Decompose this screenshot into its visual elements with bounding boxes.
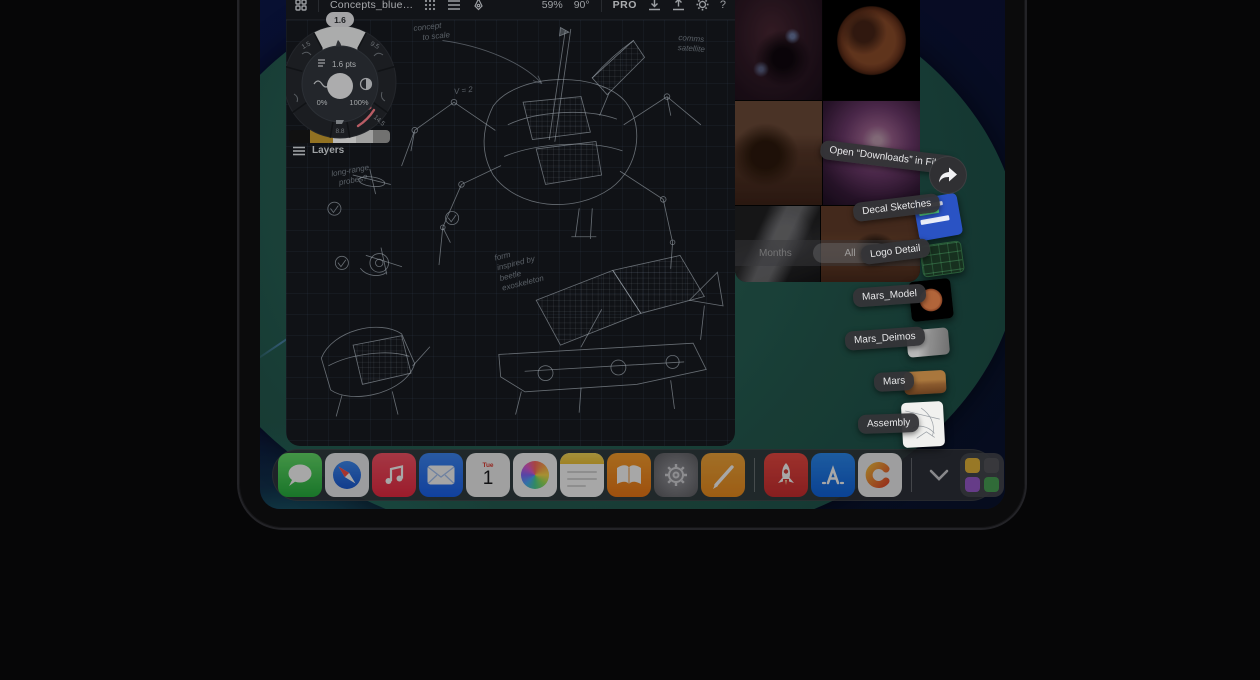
mini-clock-icon	[984, 477, 999, 492]
tool-wheel[interactable]: 1.6 1.6 pts 0% 100% 1.5 9.5 14.5 8.8	[286, 12, 402, 148]
dock-app-mail[interactable]	[419, 453, 463, 497]
canvas-angle[interactable]: 90°	[574, 0, 590, 11]
active-size-badge: 1.6	[334, 15, 346, 25]
dock-app-library[interactable]	[960, 453, 1004, 497]
import-icon[interactable]	[648, 0, 661, 11]
dock-app-app-store[interactable]	[811, 453, 855, 497]
share-forward-button[interactable]	[929, 156, 967, 194]
calendar-day: 1	[483, 469, 494, 489]
share-export-icon[interactable]	[672, 0, 685, 11]
dock-app-safari[interactable]	[325, 453, 369, 497]
wheel-center-button	[327, 73, 353, 99]
dock-app-settings[interactable]	[654, 453, 698, 497]
dock-app-books[interactable]	[607, 453, 651, 497]
mini-star-icon	[965, 477, 980, 492]
size-readout: 1.6 pts	[332, 60, 356, 69]
settings-gear-icon[interactable]	[696, 0, 709, 11]
dock-app-concepts[interactable]	[701, 453, 745, 497]
concepts-app-window[interactable]: Concepts_blue… 59% 90° PRO	[286, 0, 735, 446]
mini-camera-icon	[984, 458, 999, 473]
layer-stack-icon[interactable]	[447, 0, 461, 11]
dot-grid-icon[interactable]	[424, 0, 436, 11]
toolbar-divider	[318, 0, 319, 12]
dock-app-notes[interactable]	[560, 453, 604, 497]
dock-hide-chevron[interactable]	[921, 453, 957, 497]
document-title[interactable]: Concepts_blue…	[330, 0, 413, 11]
dock-app-rocket[interactable]	[764, 453, 808, 497]
zoom-percent[interactable]: 59%	[542, 0, 563, 11]
dock: Tue 1	[272, 449, 997, 501]
photos-flower-icon	[521, 461, 549, 489]
dock-app-photos[interactable]	[513, 453, 557, 497]
pro-badge[interactable]: PRO	[613, 0, 637, 11]
drag-label-mars: Mars	[874, 371, 915, 392]
apps-grid-icon[interactable]	[295, 0, 307, 11]
dock-app-messages[interactable]	[278, 453, 322, 497]
pen-nib-icon[interactable]	[472, 0, 485, 11]
toolbar-divider	[601, 0, 602, 12]
help-button[interactable]: ?	[720, 0, 726, 11]
annotation-comms-satellite: commssatellite	[677, 33, 706, 56]
dock-app-crayon[interactable]	[858, 453, 902, 497]
dock-app-music[interactable]	[372, 453, 416, 497]
segment-size-4: 8.8	[335, 128, 344, 135]
app-library-minigrid	[965, 458, 999, 492]
ipad-screen: Concepts_blue… 59% 90° PRO	[260, 0, 1005, 509]
opacity-min: 0%	[317, 98, 328, 107]
annotation-concept-to-scale: conceptto scale	[413, 20, 451, 44]
dock-divider	[911, 458, 912, 492]
segment-months[interactable]: Months	[759, 248, 792, 259]
mini-lightbulb-icon	[965, 458, 980, 473]
drag-label-assembly: Assembly	[858, 413, 920, 434]
ipad-device: Concepts_blue… 59% 90° PRO	[237, 0, 1027, 530]
opacity-max: 100%	[349, 98, 369, 107]
dock-divider	[754, 458, 755, 492]
dock-app-calendar[interactable]: Tue 1	[466, 453, 510, 497]
